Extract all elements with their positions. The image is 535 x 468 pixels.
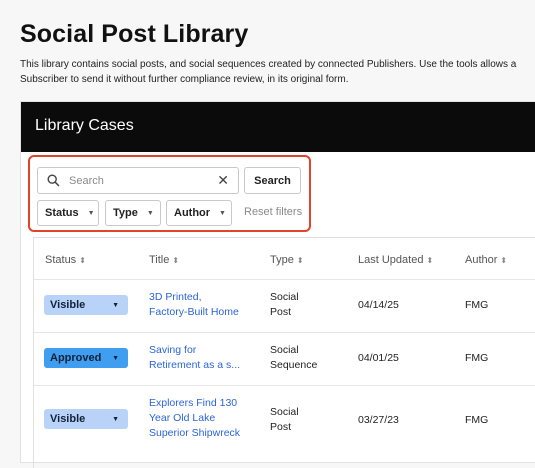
sort-icon: ⬍ bbox=[426, 256, 434, 265]
sort-icon: ⬍ bbox=[79, 256, 86, 265]
type-filter-label: Type bbox=[113, 207, 138, 219]
author-filter-label: Author bbox=[174, 207, 211, 219]
search-input[interactable]: Search ✕ bbox=[37, 167, 239, 194]
type-cell: Social Post bbox=[270, 291, 299, 318]
type-cell: Social Sequence bbox=[270, 344, 318, 371]
panel-title: Library Cases bbox=[35, 117, 134, 134]
chevron-down-icon: ▼ bbox=[87, 209, 95, 217]
search-placeholder: Search bbox=[69, 175, 104, 187]
column-header-last-updated[interactable]: Last Updated ⬍ bbox=[358, 254, 433, 266]
column-header-author[interactable]: Author ⬍ bbox=[465, 254, 507, 266]
column-header-type[interactable]: Type ⬍ bbox=[270, 254, 304, 266]
type-filter-dropdown[interactable]: Type ▼ bbox=[105, 200, 161, 226]
status-dropdown[interactable]: Visible ▼ bbox=[44, 409, 128, 429]
sort-icon: ⬍ bbox=[172, 256, 180, 265]
sort-icon: ⬍ bbox=[500, 256, 508, 265]
column-header-title[interactable]: Title ⬍ bbox=[149, 254, 179, 266]
caret-down-icon: ▼ bbox=[112, 354, 119, 362]
status-dropdown[interactable]: Visible ▼ bbox=[44, 295, 128, 315]
title-link[interactable]: 3D Printed, Factory-Built Home bbox=[149, 290, 254, 320]
row-divider bbox=[34, 279, 535, 280]
caret-down-icon: ▼ bbox=[112, 301, 119, 309]
title-link[interactable]: Saving for Retirement as a s... bbox=[149, 343, 254, 373]
search-button[interactable]: Search bbox=[244, 167, 301, 194]
sort-icon: ⬍ bbox=[296, 256, 304, 265]
library-cases-panel: Library Cases Search ✕ Search Status ▼ T… bbox=[20, 101, 535, 468]
search-icon bbox=[47, 174, 60, 187]
column-header-status[interactable]: Status ⬍ bbox=[45, 254, 86, 266]
date-cell: 04/01/25 bbox=[358, 352, 399, 364]
cases-table: Status ⬍ Title ⬍ Type ⬍ Last Updated ⬍ Autho… bbox=[33, 237, 535, 468]
author-cell: FMG bbox=[465, 299, 489, 311]
caret-down-icon: ▼ bbox=[112, 415, 119, 423]
chevron-down-icon: ▼ bbox=[146, 209, 154, 217]
page-description: This library contains social posts, and … bbox=[20, 59, 517, 85]
status-filter-dropdown[interactable]: Status ▼ bbox=[37, 200, 99, 226]
date-cell: 03/27/23 bbox=[358, 414, 399, 426]
author-cell: FMG bbox=[465, 414, 489, 426]
panel-header: Library Cases bbox=[21, 102, 535, 152]
clear-search-icon[interactable]: ✕ bbox=[217, 173, 229, 187]
author-cell: FMG bbox=[465, 352, 489, 364]
author-filter-dropdown[interactable]: Author ▼ bbox=[166, 200, 232, 226]
status-filter-label: Status bbox=[45, 207, 79, 219]
reset-filters-link[interactable]: Reset filters bbox=[244, 206, 302, 218]
chevron-down-icon: ▼ bbox=[219, 209, 226, 217]
title-link[interactable]: Explorers Find 130 Year Old Lake Superio… bbox=[149, 396, 254, 441]
filter-toolbar: Search ✕ Search Status ▼ Type ▼ Author ▼… bbox=[28, 155, 311, 232]
status-dropdown[interactable]: Approved ▼ bbox=[44, 348, 128, 368]
row-divider bbox=[34, 385, 535, 386]
row-divider bbox=[34, 332, 535, 333]
page-title: Social Post Library bbox=[20, 20, 249, 48]
type-cell: Social Post bbox=[270, 406, 299, 433]
date-cell: 04/14/25 bbox=[358, 299, 399, 311]
